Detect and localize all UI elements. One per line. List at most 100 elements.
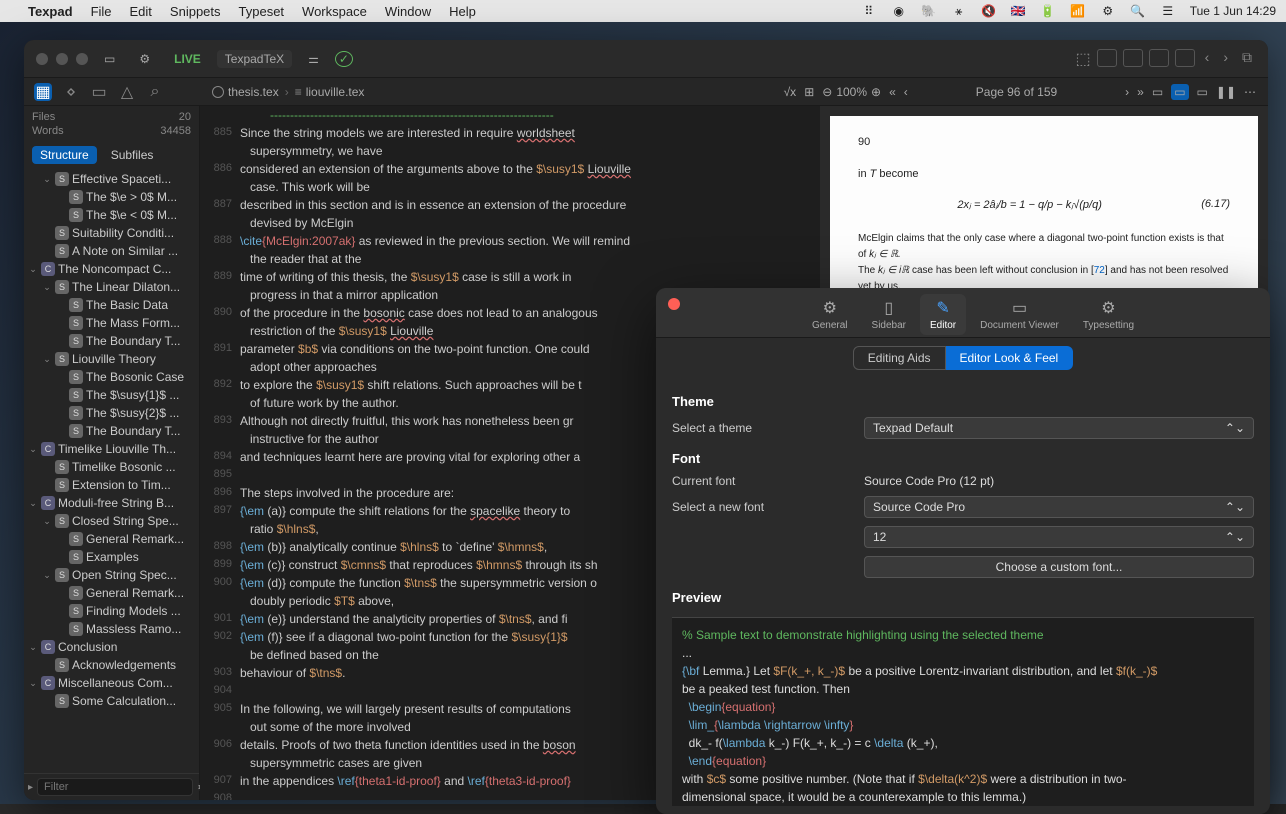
edit-menu[interactable]: Edit <box>130 4 152 19</box>
tree-item[interactable]: SSome Calculation... <box>24 692 199 710</box>
prefs-tab-sidebar[interactable]: ▯Sidebar <box>862 294 916 335</box>
breadcrumb-root[interactable]: thesis.tex <box>212 85 279 99</box>
prefs-close-button[interactable] <box>668 298 680 310</box>
history-forward[interactable]: › <box>1125 85 1129 99</box>
app-name-menu[interactable]: Texpad <box>28 4 73 19</box>
notification-icon[interactable]: ☰ <box>1160 3 1176 19</box>
clock[interactable]: Tue 1 Jun 14:29 <box>1190 4 1276 18</box>
tree-item[interactable]: SThe Bosonic Case <box>24 368 199 386</box>
structure-tree[interactable]: ⌄SEffective Spaceti...SThe $\e > 0$ M...… <box>24 168 199 773</box>
tree-item[interactable]: ⌄CTimelike Liouville Th... <box>24 440 199 458</box>
tags-icon[interactable]: ⋄ <box>62 83 80 101</box>
prefs-tab-typesetting[interactable]: ⚙Typesetting <box>1073 294 1144 335</box>
tree-item[interactable]: ⌄CConclusion <box>24 638 199 656</box>
prefs-tab-viewer[interactable]: ▭Document Viewer <box>970 294 1069 335</box>
tree-item[interactable]: ⌄CModuli-free String B... <box>24 494 199 512</box>
tree-item[interactable]: SThe $\susy{2}$ ... <box>24 404 199 422</box>
tree-item[interactable]: SA Note on Similar ... <box>24 242 199 260</box>
history-back-all[interactable]: « <box>889 85 896 99</box>
subfiles-tab[interactable]: Subfiles <box>103 146 162 164</box>
search-sidebar-icon[interactable]: ⌕ <box>146 83 164 101</box>
sliders-icon[interactable]: ⚌ <box>300 50 327 68</box>
workspace-menu[interactable]: Workspace <box>302 4 367 19</box>
warning-icon[interactable]: △ <box>118 83 136 101</box>
tree-item[interactable]: SThe Boundary T... <box>24 422 199 440</box>
nav-forward[interactable]: › <box>1219 49 1232 69</box>
font-family-select[interactable]: Source Code Pro⌃⌄ <box>864 496 1254 518</box>
external-window-icon[interactable]: ⧉ <box>1238 49 1256 69</box>
tree-item[interactable]: ⌄SThe Linear Dilaton... <box>24 278 199 296</box>
folder-icon[interactable]: ▭ <box>90 83 108 101</box>
theme-select[interactable]: Texpad Default⌃⌄ <box>864 417 1254 439</box>
pause-icon[interactable]: ❚❚ <box>1216 85 1236 99</box>
chevron-right-icon[interactable]: ▸ <box>28 782 33 793</box>
export-icon[interactable]: ⬚ <box>1076 49 1091 69</box>
zoom-button[interactable] <box>76 53 88 65</box>
tree-item[interactable]: SThe Mass Form... <box>24 314 199 332</box>
tree-item[interactable]: SFinding Models ... <box>24 602 199 620</box>
layout-1-icon[interactable] <box>1097 49 1117 67</box>
tree-item[interactable]: ⌄CThe Noncompact C... <box>24 260 199 278</box>
tree-item[interactable]: ⌄SLiouville Theory <box>24 350 199 368</box>
subtab-editing-aids[interactable]: Editing Aids <box>853 346 946 370</box>
breadcrumb-current[interactable]: ≡liouville.tex <box>295 85 365 99</box>
more-icon[interactable]: ⋯ <box>1244 85 1256 99</box>
tree-item[interactable]: SAcknowledgements <box>24 656 199 674</box>
tree-item[interactable]: ⌄CMiscellaneous Com... <box>24 674 199 692</box>
status-icon[interactable]: ◉ <box>891 3 907 19</box>
tree-item[interactable]: SMassless Ramo... <box>24 620 199 638</box>
wifi-icon[interactable]: 📶 <box>1070 3 1086 19</box>
structure-tab[interactable]: Structure <box>32 146 97 164</box>
panel-icon-3[interactable]: ▭ <box>1197 85 1208 99</box>
panel-icon-1[interactable]: ▭ <box>1152 85 1163 99</box>
zoom-in[interactable]: ⊕ <box>871 85 881 99</box>
tree-item[interactable]: SSuitability Conditi... <box>24 224 199 242</box>
minimize-button[interactable] <box>56 53 68 65</box>
files-tab-icon[interactable]: ▦ <box>34 83 52 101</box>
font-size-select[interactable]: 12⌃⌄ <box>864 526 1254 548</box>
tree-item[interactable]: SThe Basic Data <box>24 296 199 314</box>
control-center-icon[interactable]: ⚙ <box>1100 3 1116 19</box>
evernote-icon[interactable]: 🐘 <box>921 3 937 19</box>
tree-item[interactable]: STimelike Bosonic ... <box>24 458 199 476</box>
tree-item[interactable]: SExtension to Tim... <box>24 476 199 494</box>
tree-item[interactable]: ⌄SEffective Spaceti... <box>24 170 199 188</box>
bluetooth-icon[interactable]: ⚹ <box>951 3 967 19</box>
zoom-out[interactable]: ⊖ <box>822 85 832 99</box>
dropbox-icon[interactable]: ⠿ <box>861 3 877 19</box>
tree-item[interactable]: ⌄SOpen String Spec... <box>24 566 199 584</box>
volume-icon[interactable]: 🔇 <box>981 3 997 19</box>
sqrt-icon[interactable]: √x <box>784 85 797 99</box>
tree-item[interactable]: SExamples <box>24 548 199 566</box>
tree-item[interactable]: SThe Boundary T... <box>24 332 199 350</box>
history-forward-all[interactable]: » <box>1137 85 1144 99</box>
close-button[interactable] <box>36 53 48 65</box>
panel-icon-2[interactable]: ▭ <box>1171 84 1188 100</box>
layout-4-icon[interactable] <box>1175 49 1195 67</box>
file-menu[interactable]: File <box>91 4 112 19</box>
tree-item[interactable]: SThe $\e < 0$ M... <box>24 206 199 224</box>
prefs-tab-editor[interactable]: ✎Editor <box>920 294 966 335</box>
window-menu[interactable]: Window <box>385 4 431 19</box>
custom-font-button[interactable]: Choose a custom font... <box>864 556 1254 578</box>
document-tab[interactable]: TexpadTeX <box>217 50 292 68</box>
layout-2-icon[interactable] <box>1123 49 1143 67</box>
nav-back[interactable]: ‹ <box>1201 49 1214 69</box>
history-back[interactable]: ‹ <box>904 85 908 99</box>
subtab-look-feel[interactable]: Editor Look & Feel <box>946 346 1074 370</box>
snippets-menu[interactable]: Snippets <box>170 4 221 19</box>
tree-item[interactable]: SGeneral Remark... <box>24 584 199 602</box>
grid-icon[interactable]: ⊞ <box>804 85 814 99</box>
tree-item[interactable]: SThe $\susy{1}$ ... <box>24 386 199 404</box>
sidebar-toggle-icon[interactable]: ▭ <box>96 50 123 68</box>
language-flag[interactable]: 🇬🇧 <box>1011 4 1026 18</box>
tree-item[interactable]: SThe $\e > 0$ M... <box>24 188 199 206</box>
battery-icon[interactable]: 🔋 <box>1040 3 1056 19</box>
prefs-tab-general[interactable]: ⚙General <box>802 294 858 335</box>
typeset-menu[interactable]: Typeset <box>239 4 285 19</box>
help-menu[interactable]: Help <box>449 4 476 19</box>
filter-input[interactable] <box>37 778 193 796</box>
settings-icon[interactable]: ⚙ <box>131 50 158 68</box>
tree-item[interactable]: SGeneral Remark... <box>24 530 199 548</box>
spotlight-icon[interactable]: 🔍 <box>1130 3 1146 19</box>
